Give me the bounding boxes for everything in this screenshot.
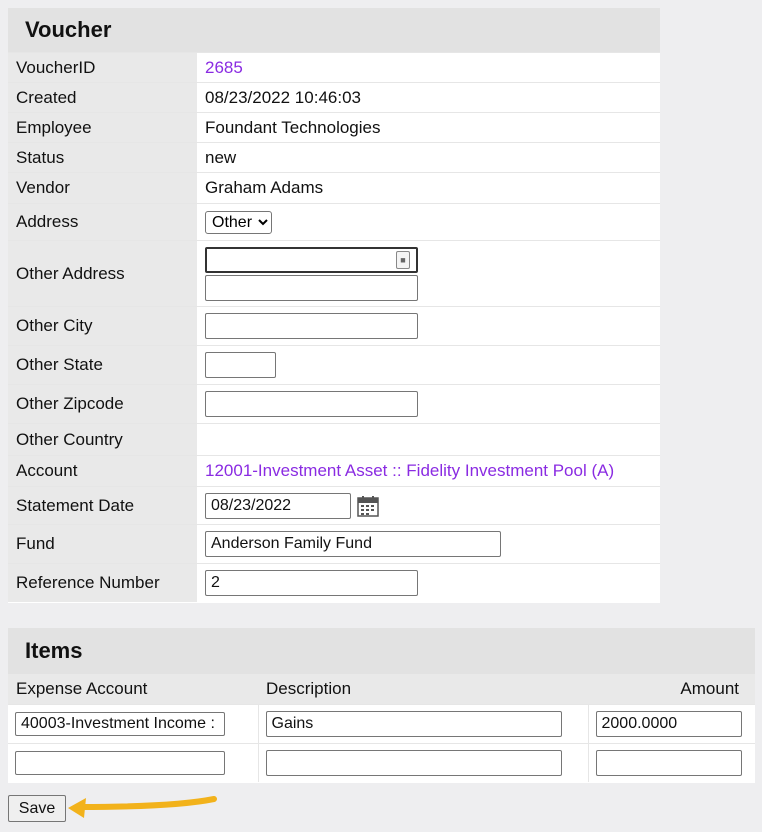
expense-account-header: Expense Account: [8, 674, 258, 705]
items-panel: Items Expense Account Description Amount: [8, 628, 755, 783]
items-table: Expense Account Description Amount: [8, 674, 755, 782]
other-address-line2-input[interactable]: [205, 274, 418, 301]
contact-card-icon[interactable]: ■: [396, 250, 410, 269]
table-row: [8, 743, 755, 782]
other-city-input[interactable]: [205, 313, 418, 339]
vendor-value: Graham Adams: [205, 178, 324, 197]
other-country-label: Other Country: [8, 424, 197, 455]
row-other-zipcode: Other Zipcode: [8, 384, 660, 423]
row-vendor: Vendor Graham Adams: [8, 172, 660, 203]
description-header: Description: [258, 674, 588, 705]
created-label: Created: [8, 83, 197, 112]
statement-date-input[interactable]: [205, 492, 351, 519]
items-title: Items: [8, 628, 755, 674]
statement-date-label: Statement Date: [8, 487, 197, 524]
account-label: Account: [8, 456, 197, 486]
amount-input[interactable]: [595, 750, 742, 776]
expense-account-input[interactable]: [15, 751, 225, 775]
employee-value: Foundant Technologies: [205, 117, 381, 137]
other-state-input[interactable]: [205, 352, 276, 378]
row-other-state: Other State: [8, 345, 660, 384]
row-voucher-id: VoucherID 2685: [8, 52, 660, 82]
vendor-label: Vendor: [8, 173, 197, 203]
amount-header: Amount: [588, 674, 755, 705]
row-other-country: Other Country: [8, 423, 660, 455]
account-link[interactable]: 12001-Investment Asset :: Fidelity Inves…: [205, 461, 614, 481]
reference-number-input[interactable]: [205, 570, 418, 596]
fund-label: Fund: [8, 525, 197, 563]
fund-input[interactable]: [205, 531, 501, 557]
row-other-city: Other City: [8, 306, 660, 345]
voucher-id-link[interactable]: 2685: [205, 58, 243, 78]
calendar-icon[interactable]: [357, 495, 379, 517]
expense-account-input[interactable]: [15, 712, 225, 736]
row-account: Account 12001-Investment Asset :: Fideli…: [8, 455, 660, 486]
other-address-line1-input[interactable]: [205, 246, 418, 273]
other-country-value: [197, 424, 660, 455]
created-value: 08/23/2022 10:46:03: [205, 87, 361, 107]
save-button[interactable]: Save: [8, 795, 66, 822]
description-input[interactable]: [265, 750, 562, 776]
description-input[interactable]: [265, 711, 562, 737]
reference-number-label: Reference Number: [8, 564, 197, 602]
row-employee: Employee Foundant Technologies: [8, 112, 660, 142]
other-address-label: Other Address: [8, 241, 197, 306]
other-zipcode-input[interactable]: [205, 391, 418, 417]
employee-label: Employee: [8, 113, 197, 142]
voucher-title: Voucher: [8, 8, 660, 52]
voucher-panel: Voucher VoucherID 2685 Created 08/23/202…: [8, 8, 660, 603]
row-address: Address Other: [8, 203, 660, 240]
status-value: new: [205, 147, 237, 167]
other-city-label: Other City: [8, 307, 197, 345]
row-fund: Fund: [8, 524, 660, 563]
row-statement-date: Statement Date: [8, 486, 660, 524]
items-header-row: Expense Account Description Amount: [8, 674, 755, 705]
other-zipcode-label: Other Zipcode: [8, 385, 197, 423]
row-other-address: Other Address ■: [8, 240, 660, 306]
address-select[interactable]: Other: [205, 210, 272, 234]
annotation-arrow-icon: [68, 796, 217, 818]
row-reference-number: Reference Number: [8, 563, 660, 602]
row-created: Created 08/23/2022 10:46:03: [8, 82, 660, 112]
other-state-label: Other State: [8, 346, 197, 384]
amount-input[interactable]: [595, 711, 742, 737]
status-label: Status: [8, 143, 197, 172]
voucher-id-label: VoucherID: [8, 53, 197, 82]
address-label: Address: [8, 204, 197, 240]
table-row: [8, 704, 755, 744]
row-status: Status new: [8, 142, 660, 172]
